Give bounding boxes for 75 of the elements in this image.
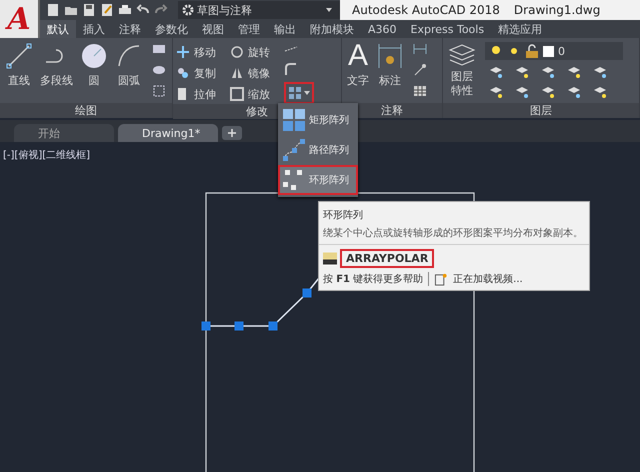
color-swatch [543, 46, 554, 56]
array-menu-item[interactable]: 路径阵列 [278, 135, 358, 165]
ribbon-tab[interactable]: 参数化 [148, 20, 195, 38]
draw-tool-button[interactable]: 圆 [78, 42, 110, 88]
grid-icon [288, 86, 302, 100]
tooltip-description: 绕某个中心点或旋转轴形成的环形图案平均分布对象副本。 [322, 226, 584, 240]
layer-tool-icon[interactable] [489, 65, 503, 79]
move-icon [176, 45, 190, 59]
new-file-icon[interactable] [46, 3, 60, 17]
save-as-icon[interactable] [100, 3, 114, 17]
ribbon-tab[interactable]: Express Tools [404, 20, 492, 38]
ribbon-tab[interactable]: 视图 [195, 20, 231, 38]
video-loading-text: 正在加载视频... [453, 272, 523, 286]
tooltip-title: 环形阵列 [322, 208, 364, 222]
document-tab[interactable]: 开始 [14, 124, 114, 142]
document-tab[interactable]: Drawing1* [118, 124, 218, 142]
path-icon [282, 138, 306, 162]
panel-title[interactable]: 图层 [443, 103, 639, 118]
layer-tool-icon[interactable] [593, 85, 607, 99]
grid-icon [282, 108, 306, 132]
ribbon-tab[interactable]: 附加模块 [303, 20, 361, 38]
layer-tool-icon[interactable] [567, 65, 581, 79]
ribbon-tab[interactable]: 插入 [76, 20, 112, 38]
viewport-label[interactable]: [-][俯视][二维线框] [3, 148, 90, 162]
help-hint: 按 F1 键获得更多帮助 [323, 272, 424, 286]
save-icon[interactable] [82, 3, 96, 17]
window-title: Autodesk AutoCAD 2018 [352, 3, 500, 17]
linear-dimension-icon[interactable] [413, 42, 427, 56]
circle-icon [80, 42, 108, 70]
lock-icon [525, 44, 539, 58]
video-icon [434, 272, 448, 286]
add-tab-icon[interactable] [222, 126, 242, 140]
ribbon-tab[interactable]: 精选应用 [491, 20, 550, 38]
command-name: ARRAYPOLAR [340, 249, 434, 268]
ribbon-tab[interactable]: 注释 [112, 20, 148, 38]
layer-properties-button[interactable]: 图层 特性 [446, 42, 478, 98]
table-icon[interactable] [413, 84, 427, 98]
leader-icon[interactable] [413, 63, 427, 77]
copy-icon [176, 66, 190, 80]
rectangle-icon[interactable] [152, 42, 166, 56]
line-icon [5, 42, 33, 70]
print-icon[interactable] [118, 3, 132, 17]
layer-tool-icon[interactable] [515, 85, 529, 99]
draw-tool-button[interactable]: 直线 [3, 42, 35, 88]
layer-tool-icon[interactable] [541, 85, 555, 99]
fillet-icon[interactable] [284, 62, 298, 76]
rotate-icon [230, 45, 244, 59]
layer-tool-icon[interactable] [567, 85, 581, 99]
modify-tool-button[interactable]: 复制 [176, 63, 226, 83]
draw-tool-button[interactable]: 圆弧 [113, 42, 145, 88]
modify-tool-button[interactable]: 镜像 [230, 63, 280, 83]
document-name: Drawing1.dwg [514, 3, 600, 17]
layer-tool-icon[interactable] [515, 65, 529, 79]
ribbon-tab[interactable]: 默认 [40, 20, 76, 38]
draw-tool-button[interactable]: 多段线 [38, 42, 75, 88]
layer-dropdown[interactable]: 0 [485, 42, 623, 60]
layer-tool-icon[interactable] [593, 65, 607, 79]
ribbon-tab[interactable]: 输出 [267, 20, 303, 38]
modify-tool-button[interactable]: 移动 [176, 42, 226, 62]
text-tool-button[interactable]: A 文字 [345, 42, 371, 88]
panel-title[interactable]: 绘图 [0, 103, 172, 118]
layer-tool-icon[interactable] [489, 85, 503, 99]
array-menu-item[interactable]: 环形阵列 [278, 165, 358, 195]
modify-tool-button[interactable]: 缩放 [230, 84, 280, 104]
dimension-tool-button[interactable]: 标注 [374, 42, 406, 88]
ribbon-tab[interactable]: A360 [361, 20, 404, 38]
mirror-icon [230, 66, 244, 80]
layer-tool-icon[interactable] [541, 65, 555, 79]
gear-icon [182, 4, 194, 16]
ribbon-tab[interactable]: 管理 [231, 20, 267, 38]
modify-tool-button[interactable]: 旋转 [230, 42, 280, 62]
application-button[interactable]: A [0, 0, 40, 38]
modify-tool-button[interactable]: 拉伸 [176, 84, 226, 104]
dimension-icon [376, 42, 404, 70]
workspace-dropdown[interactable]: 草图与注释 [178, 1, 340, 19]
